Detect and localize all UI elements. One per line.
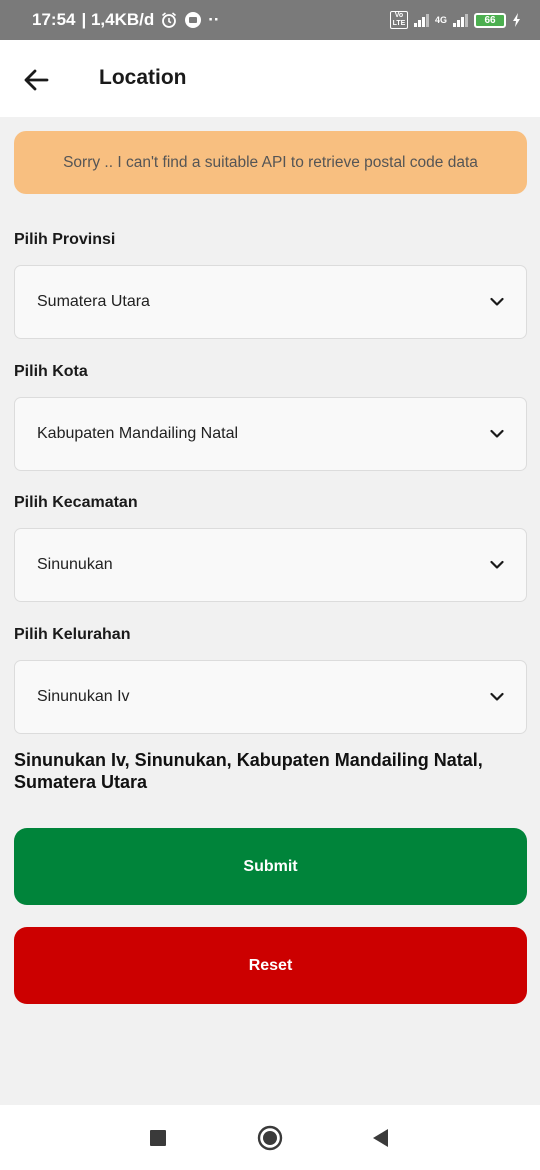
nav-back-button[interactable] (369, 1126, 391, 1150)
signal-icon (413, 13, 429, 27)
status-dots: ·· (208, 10, 220, 29)
chevron-down-icon (490, 692, 504, 702)
chevron-down-icon (490, 297, 504, 307)
status-time: 17:54 (32, 10, 76, 29)
kecamatan-dropdown[interactable]: Sinunukan (14, 528, 527, 602)
network-type: 4G (434, 15, 447, 25)
notification-icon (184, 11, 202, 29)
triangle-back-icon (373, 1129, 388, 1147)
reset-label: Reset (248, 956, 293, 974)
status-bar-left: 17:54 | 1,4KB/d ·· (32, 10, 220, 30)
chevron-down-icon (490, 560, 504, 570)
status-speed: | 1,4KB/d (81, 10, 155, 29)
submit-label: Submit (243, 857, 298, 875)
alarm-icon (160, 11, 178, 29)
kota-label: Pilih Kota (14, 363, 88, 380)
provinsi-value: Sumatera Utara (37, 293, 150, 310)
volte-icon: Vo LTE (389, 11, 408, 29)
kelurahan-dropdown[interactable]: Sinunukan Iv (14, 660, 527, 734)
submit-button[interactable]: Submit (14, 828, 527, 905)
recents-button[interactable] (147, 1127, 169, 1149)
notice-text: Sorry .. I can't find a suitable API to … (63, 153, 478, 171)
system-nav-bar (0, 1105, 540, 1170)
circle-home-icon (257, 1125, 283, 1151)
square-icon (150, 1130, 166, 1146)
kelurahan-label: Pilih Kelurahan (14, 626, 131, 643)
page-title: Location (99, 66, 187, 89)
kota-value: Kabupaten Mandailing Natal (37, 425, 239, 442)
app-bar: Location (0, 40, 540, 117)
back-button[interactable] (18, 62, 54, 98)
api-notice-banner: Sorry .. I can't find a suitable API to … (14, 131, 527, 194)
provinsi-label: Pilih Provinsi (14, 231, 116, 248)
reset-button[interactable]: Reset (14, 927, 527, 1004)
selected-location-summary: Sinunukan Iv, Sinunukan, Kabupaten Manda… (14, 750, 483, 792)
signal-2-icon (453, 13, 468, 27)
arrow-left-icon (24, 69, 49, 91)
charging-icon (512, 13, 522, 27)
status-bar-right: Vo LTE 4G 66 (389, 11, 522, 29)
chevron-down-icon (490, 429, 504, 439)
battery-icon: 66 (474, 12, 506, 28)
kelurahan-value: Sinunukan Iv (37, 688, 130, 705)
kota-dropdown[interactable]: Kabupaten Mandailing Natal (14, 397, 527, 471)
kecamatan-label: Pilih Kecamatan (14, 494, 138, 511)
home-button[interactable] (256, 1124, 284, 1152)
status-bar: 17:54 | 1,4KB/d ·· Vo LTE 4G 66 (0, 0, 540, 40)
provinsi-dropdown[interactable]: Sumatera Utara (14, 265, 527, 339)
kecamatan-value: Sinunukan (37, 556, 113, 573)
